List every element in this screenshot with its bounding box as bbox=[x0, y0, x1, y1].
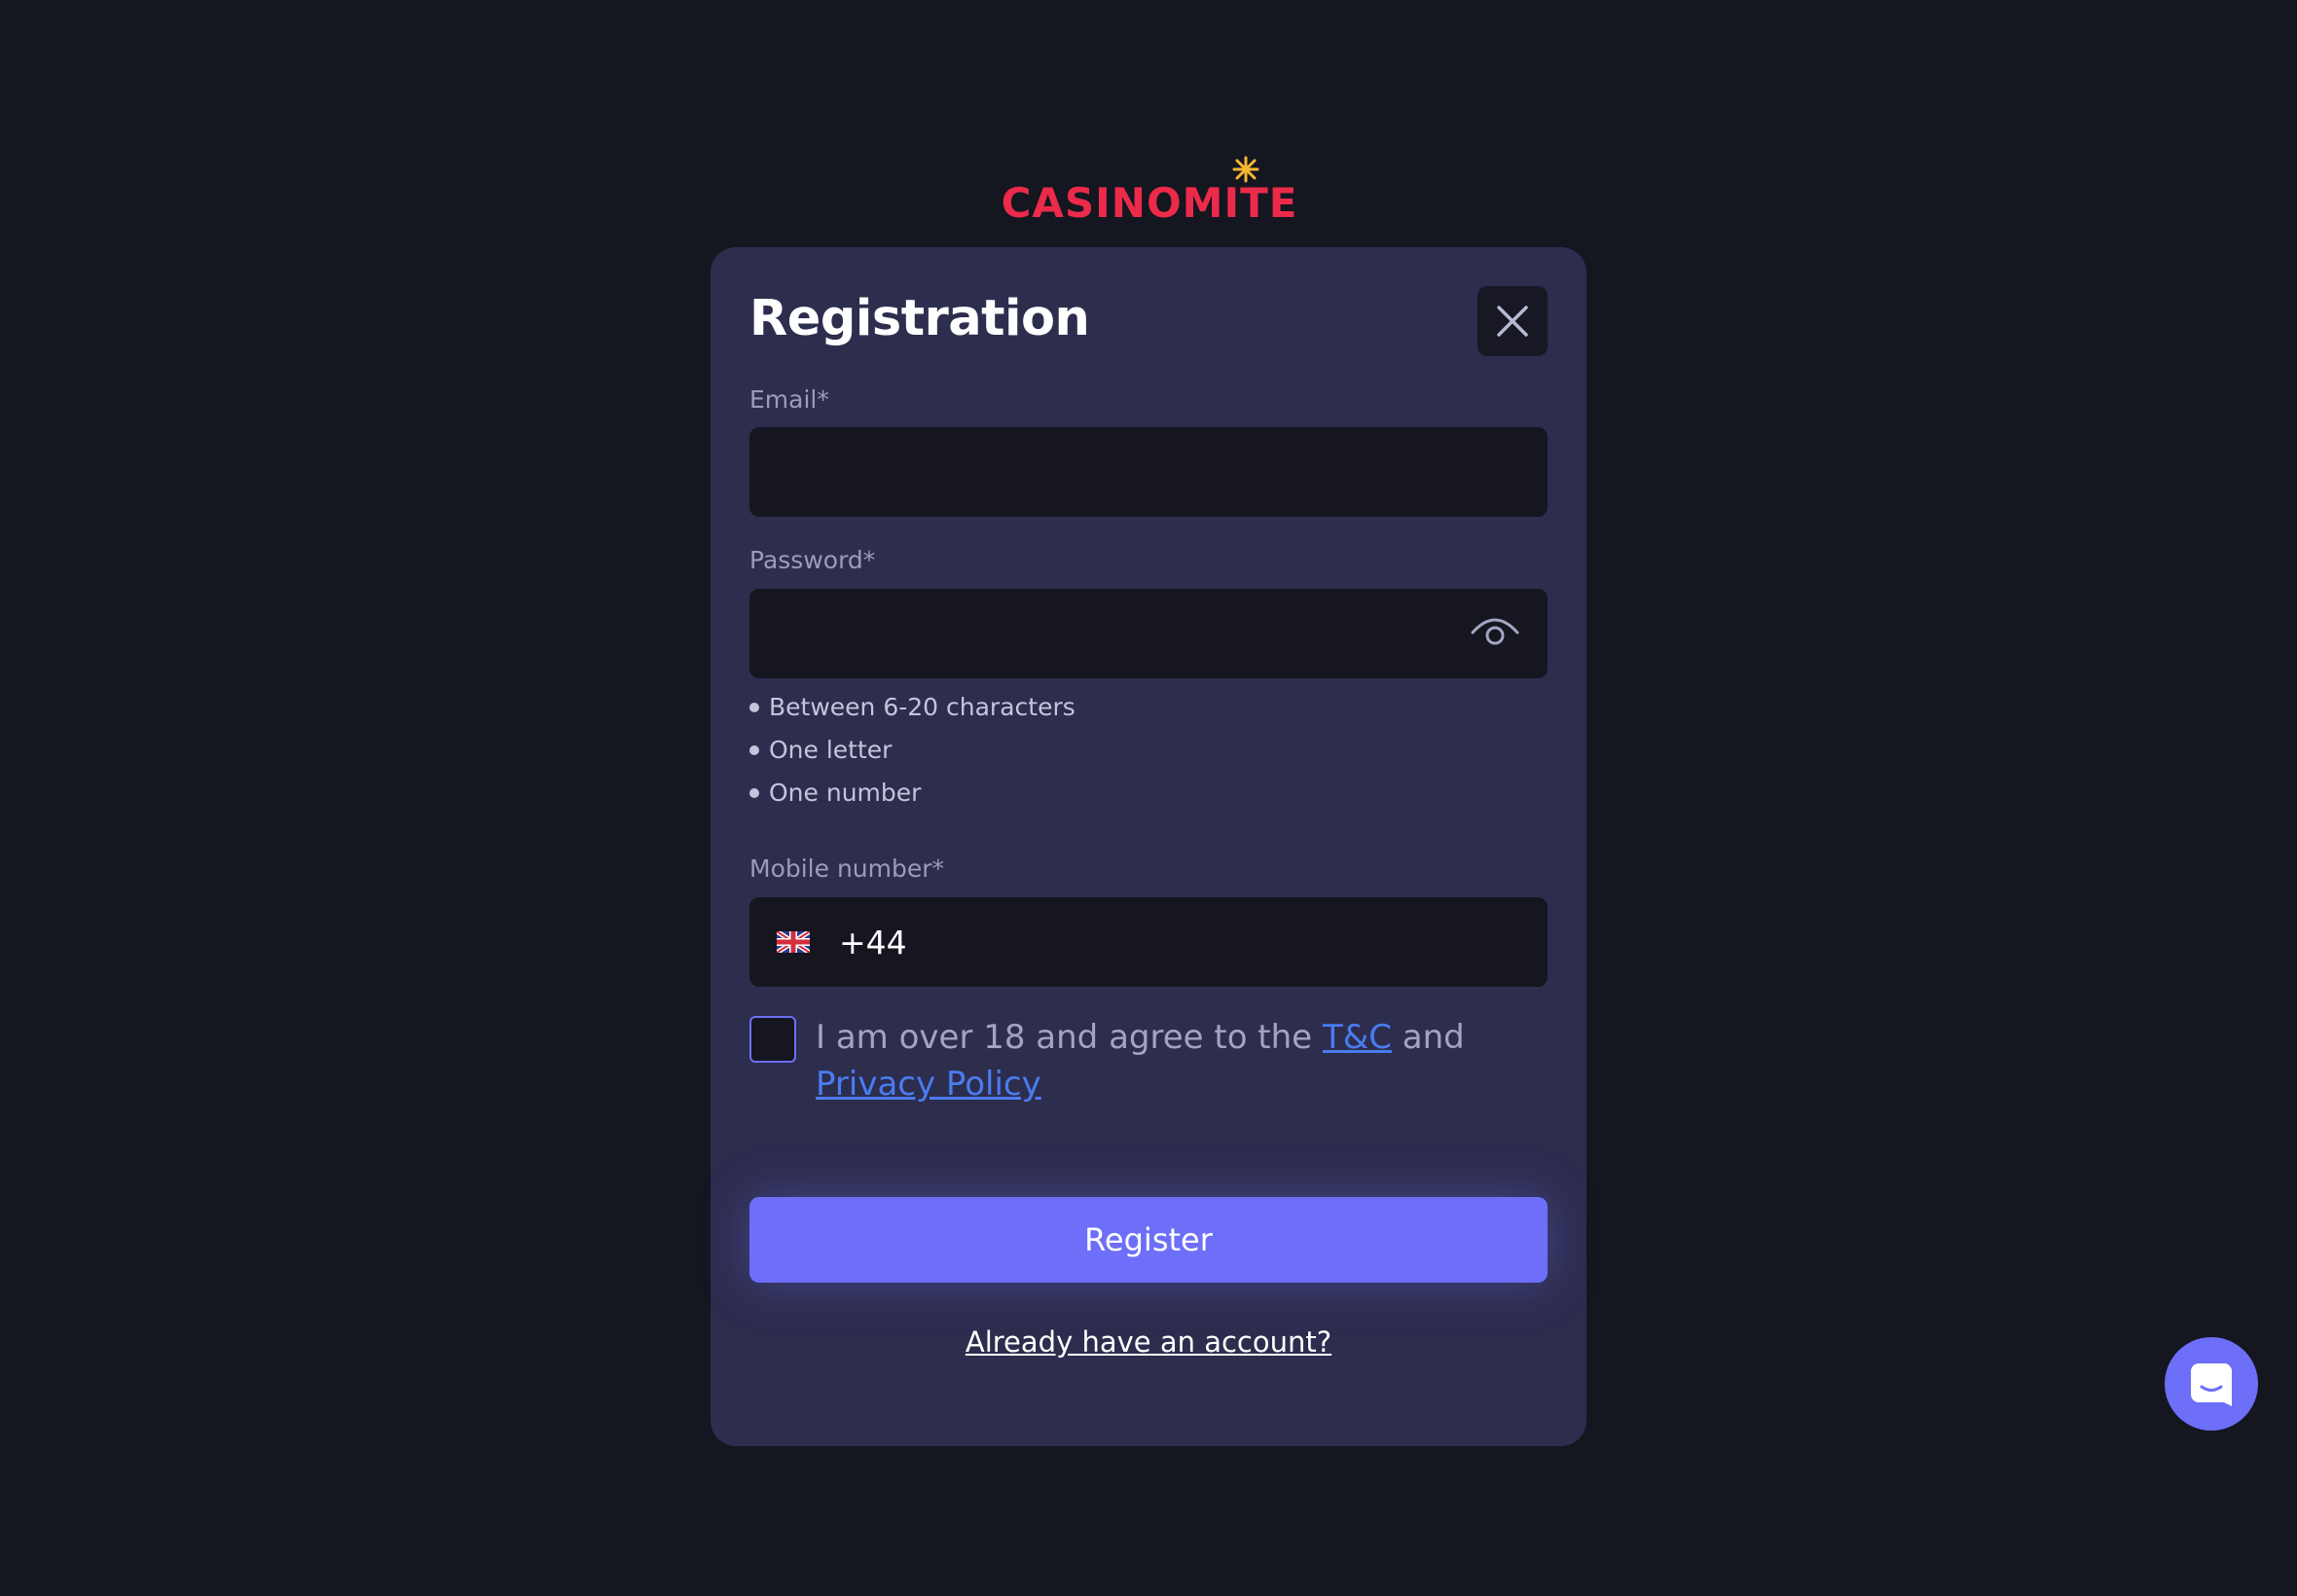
casinomite-logo[interactable]: CASINOMITE bbox=[1002, 156, 1296, 224]
agreement-text: I am over 18 and agree to the T&C and Pr… bbox=[816, 1014, 1555, 1107]
bullet-icon bbox=[749, 702, 759, 712]
live-chat-button[interactable] bbox=[2165, 1337, 2258, 1431]
register-button[interactable]: Register bbox=[749, 1197, 1548, 1283]
uk-flag-icon[interactable] bbox=[777, 931, 810, 953]
password-rule-text: One letter bbox=[769, 736, 893, 764]
registration-modal: Registration Email* Password* Between 6-… bbox=[711, 247, 1586, 1446]
login-link-container: Already have an account? bbox=[711, 1325, 1586, 1359]
tc-link[interactable]: T&C bbox=[1323, 1018, 1392, 1057]
password-rule-text: Between 6-20 characters bbox=[769, 693, 1076, 721]
privacy-policy-link[interactable]: Privacy Policy bbox=[816, 1065, 1041, 1104]
mobile-field[interactable]: +44 bbox=[749, 897, 1548, 987]
bullet-icon bbox=[749, 787, 759, 798]
password-field[interactable] bbox=[749, 589, 1548, 678]
email-label: Email* bbox=[749, 385, 829, 414]
bullet-icon bbox=[749, 744, 759, 755]
mobile-label: Mobile number* bbox=[749, 854, 945, 883]
modal-title: Registration bbox=[749, 290, 1090, 347]
already-have-account-link[interactable]: Already have an account? bbox=[966, 1325, 1331, 1359]
password-rule: One letter bbox=[749, 736, 892, 764]
email-field[interactable] bbox=[749, 427, 1548, 517]
age-terms-checkbox[interactable] bbox=[749, 1016, 796, 1063]
password-label: Password* bbox=[749, 546, 876, 574]
show-password-eye-icon[interactable] bbox=[1470, 611, 1520, 650]
password-rule: One number bbox=[749, 779, 921, 807]
password-rule-text: One number bbox=[769, 779, 922, 807]
agreement-prefix: I am over 18 and agree to the bbox=[816, 1018, 1323, 1057]
logo-text: CASINOMITE bbox=[1001, 179, 1298, 227]
chat-icon bbox=[2191, 1363, 2232, 1406]
agreement-middle: and bbox=[1391, 1018, 1465, 1057]
password-rule: Between 6-20 characters bbox=[749, 693, 1076, 721]
close-icon bbox=[1497, 306, 1528, 337]
close-button[interactable] bbox=[1477, 286, 1548, 356]
country-code: +44 bbox=[839, 923, 907, 961]
sparkle-icon bbox=[1232, 156, 1259, 183]
